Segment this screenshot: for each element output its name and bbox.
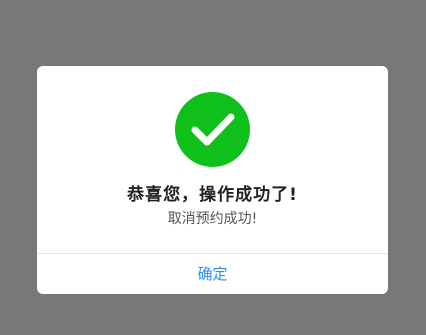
confirm-button[interactable]: 确定	[37, 254, 388, 294]
dialog-message: 取消预约成功!	[167, 211, 258, 227]
check-circle-icon	[175, 92, 250, 167]
success-dialog: 恭喜您，操作成功了! 取消预约成功! 确定	[37, 66, 388, 294]
dialog-title: 恭喜您，操作成功了!	[127, 185, 298, 205]
